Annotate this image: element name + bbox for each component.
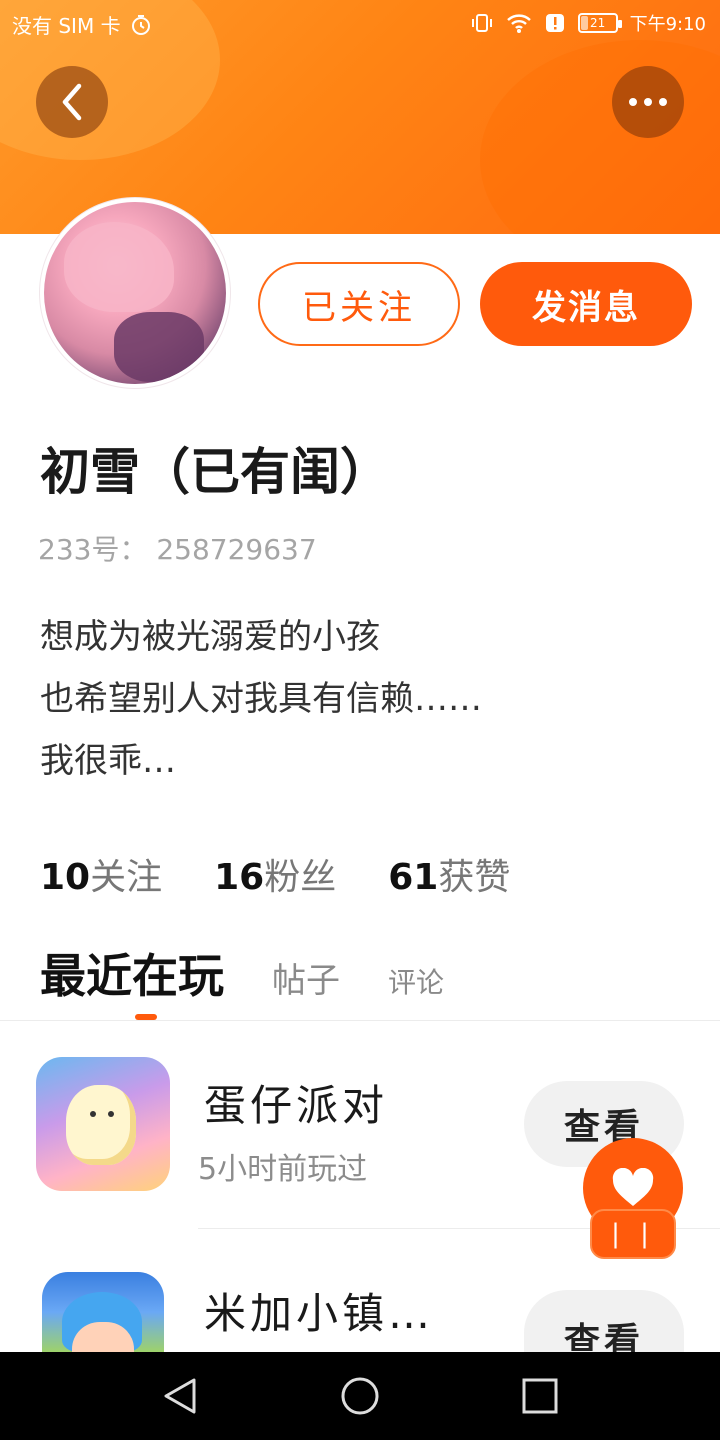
tab-comments[interactable]: 评论: [388, 961, 444, 1001]
bio-line: 想成为被光溺爱的小孩: [40, 617, 380, 657]
clock-text: 下午9:10: [629, 14, 706, 35]
alert-icon: [545, 14, 564, 32]
stat-fans[interactable]: 16粉丝: [214, 848, 336, 900]
battery-indicator: 21: [577, 13, 622, 33]
header-decoration: [480, 40, 720, 234]
stats-row: 10关注 16粉丝 61获赞: [40, 848, 510, 900]
carrier-text: 没有 SIM 卡: [12, 14, 121, 38]
vibrate-icon: [471, 14, 492, 32]
game-icon-miga-town[interactable]: [42, 1272, 164, 1352]
user-id: 233号： 258729637: [38, 533, 317, 566]
stat-label: 关注: [90, 857, 163, 898]
back-button[interactable]: [36, 66, 108, 138]
nickname: 初雪（已有闺）: [40, 443, 390, 501]
status-left: 没有 SIM 卡: [12, 10, 153, 39]
followed-button[interactable]: 已关注: [258, 262, 460, 346]
nav-back-button[interactable]: [158, 1374, 202, 1418]
more-button[interactable]: [612, 66, 684, 138]
view-button[interactable]: 查看: [524, 1290, 684, 1362]
stat-likes[interactable]: 61获赞: [388, 848, 510, 900]
heart-icon: [612, 1168, 654, 1206]
tab-recent-play[interactable]: 最近在玩: [40, 940, 224, 1006]
bio: 想成为被光溺爱的小孩 也希望别人对我具有信赖…… 我很乖…: [40, 606, 482, 792]
tab-posts[interactable]: 帖子: [272, 953, 340, 1002]
game-title[interactable]: 蛋仔派对: [204, 1072, 388, 1133]
status-right: 21 下午9:10: [470, 10, 706, 36]
status-bar: 没有 SIM 卡 21 下午9:10: [0, 0, 720, 48]
game-title[interactable]: 米加小镇…: [204, 1280, 434, 1341]
stat-label: 粉丝: [264, 857, 337, 898]
send-message-button[interactable]: 发消息: [480, 262, 692, 346]
more-dots-icon: [629, 98, 667, 106]
stat-following[interactable]: 10关注: [40, 848, 162, 900]
triangle-back-icon: [164, 1378, 196, 1414]
floating-pill[interactable]: | |: [590, 1209, 676, 1259]
stat-label: 获赞: [438, 857, 511, 898]
stat-number: 61: [388, 857, 439, 898]
profile-header: 没有 SIM 卡 21 下午9:10: [0, 0, 720, 234]
stat-number: 16: [214, 857, 265, 898]
stat-number: 10: [40, 857, 91, 898]
avatar[interactable]: [40, 198, 230, 388]
battery-level: 21: [589, 16, 606, 30]
square-recents-icon: [522, 1378, 558, 1414]
circle-home-icon: [341, 1377, 379, 1415]
bio-line: 我很乖…: [40, 741, 176, 781]
tab-divider: [0, 1020, 720, 1021]
game-icon-eggy-party[interactable]: [36, 1057, 170, 1191]
system-nav-bar: [0, 1352, 720, 1440]
avatar-image: [44, 202, 226, 384]
wifi-icon: [506, 14, 531, 33]
nav-recents-button[interactable]: [518, 1374, 562, 1418]
tab-bar: 最近在玩 帖子 评论: [40, 940, 444, 1006]
nav-home-button[interactable]: [338, 1374, 382, 1418]
chevron-left-icon: [62, 83, 82, 121]
alarm-icon: [131, 14, 150, 35]
game-last-played: 5小时前玩过: [198, 1152, 368, 1187]
bio-line: 也希望别人对我具有信赖……: [40, 679, 482, 719]
